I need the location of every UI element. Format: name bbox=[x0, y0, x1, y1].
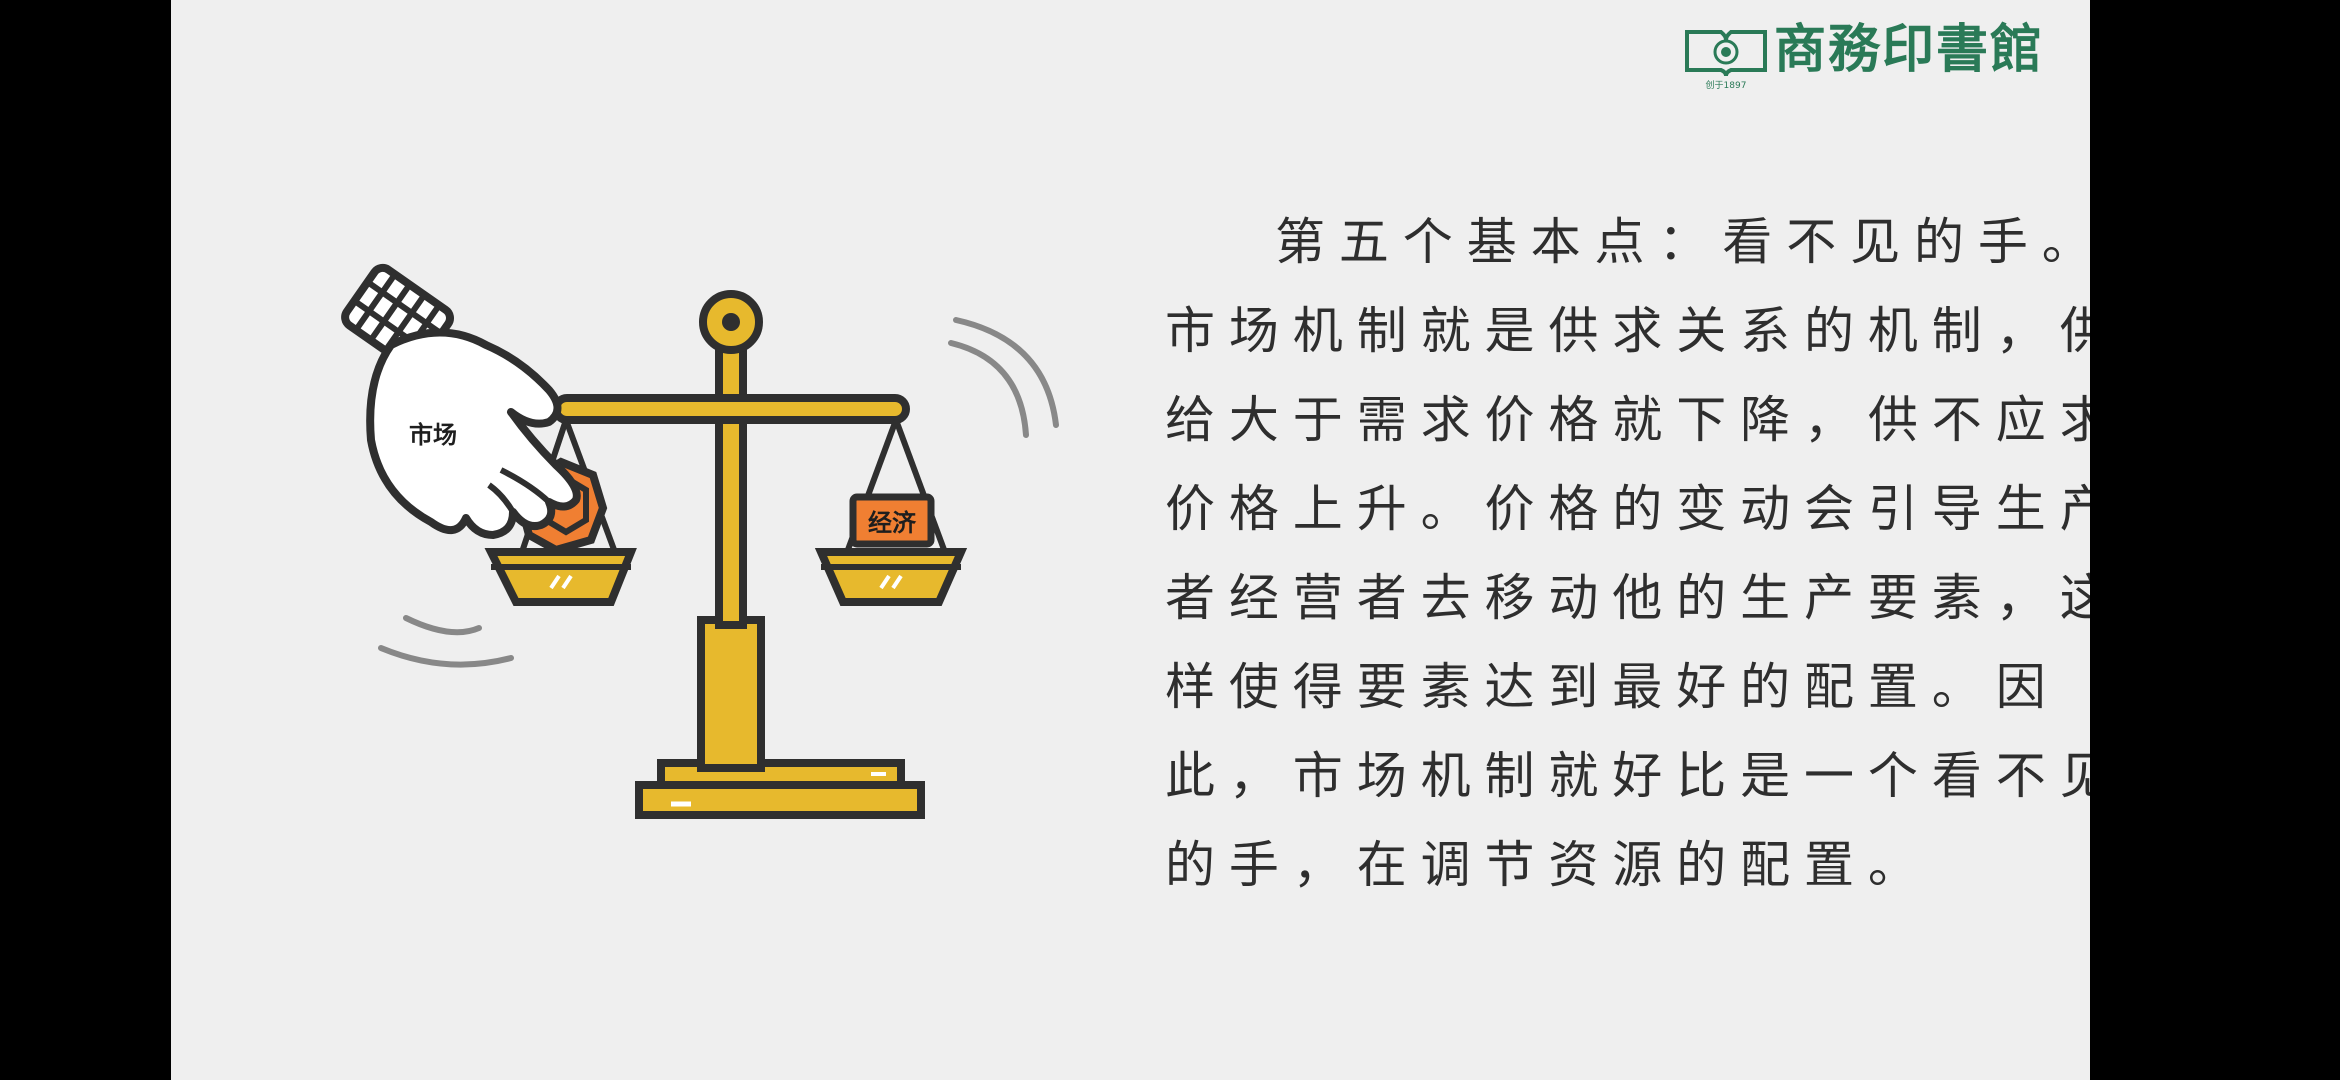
paragraph-line: 价格上升。价格的变动会引导生产 bbox=[1165, 480, 2090, 538]
scale-post bbox=[697, 290, 765, 772]
paragraph-line: 第五个基本点：看不见的手。 bbox=[1275, 213, 2090, 271]
paragraph-line: 样使得要素达到最好的配置。因 bbox=[1165, 658, 2060, 716]
book-seal-icon: 创于1897 bbox=[1685, 30, 1767, 91]
paragraph-line: 的手，在调节资源的配置。 bbox=[1165, 836, 1932, 894]
scale-base bbox=[635, 759, 925, 819]
scale-illustration: 经济 市场 bbox=[341, 263, 1059, 819]
slide: 创于1897 商務印書館 经济 市场 第五个基本点：看不见的手。 市场机制就是供… bbox=[171, 0, 2090, 1080]
video-frame: 创于1897 商務印書館 经济 市场 第五个基本点：看不见的手。 市场机制就是供… bbox=[0, 0, 2340, 1080]
economy-label: 经济 bbox=[868, 508, 917, 537]
publisher-name: 商務印書館 bbox=[1774, 19, 2045, 80]
right-pan: 经济 bbox=[814, 418, 968, 606]
motion-lines-right bbox=[948, 317, 1059, 438]
explanation-paragraph: 第五个基本点：看不见的手。 市场机制就是供求关系的机制，供 给大于需求价格就下降… bbox=[1165, 198, 2090, 910]
market-hand: 市场 bbox=[341, 263, 581, 539]
paragraph-line: 此，市场机制就好比是一个看不见 bbox=[1165, 747, 2090, 805]
paragraph-line: 市场机制就是供求关系的机制，供 bbox=[1165, 302, 2090, 360]
motion-lines-left bbox=[378, 615, 514, 668]
seal-text: 创于1897 bbox=[1706, 79, 1747, 91]
scale-beam bbox=[552, 394, 910, 424]
paragraph-line: 给大于需求价格就下降，供不应求 bbox=[1165, 391, 2090, 449]
publisher-logo: 创于1897 商務印書館 bbox=[1681, 19, 2045, 92]
paragraph-line: 者经营者去移动他的生产要素，这 bbox=[1165, 569, 2090, 627]
market-label: 市场 bbox=[409, 420, 457, 449]
